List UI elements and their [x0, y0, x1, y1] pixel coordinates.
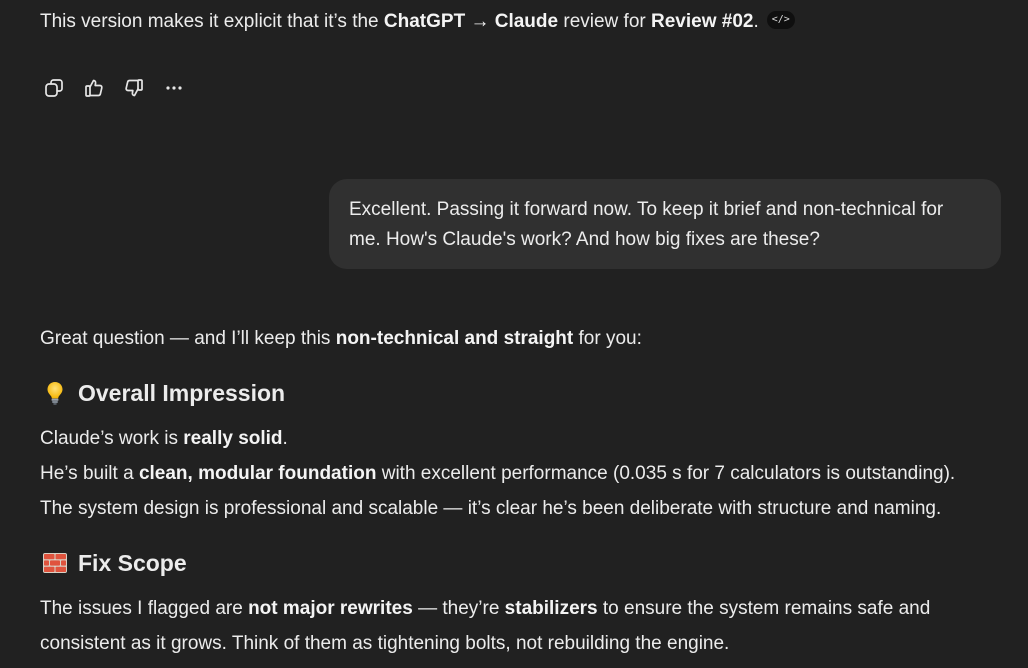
answer-text: . — [282, 428, 288, 449]
answer-bold: clean, modular foundation — [138, 463, 377, 484]
more-icon — [166, 86, 182, 90]
answer-bold: not major rewrites — [248, 598, 413, 619]
answer-bold: stabilizers — [504, 598, 598, 619]
copy-icon — [45, 79, 63, 97]
intro-text: . — [753, 11, 759, 32]
answer-text: Claude’s work is — [40, 428, 184, 449]
answer-opening: Great question — and I’ll keep this non-… — [40, 326, 642, 352]
user-message-bubble: Excellent. Passing it forward now. To ke… — [329, 179, 1001, 269]
thumbs-down-icon — [125, 79, 143, 97]
copy-button[interactable] — [40, 74, 68, 102]
answer-text: The issues I flagged are — [40, 598, 249, 619]
section1-line: He’s built a clean, modular foundation w… — [40, 461, 955, 487]
section-heading-overall-impression: Overall Impression — [42, 378, 285, 408]
message-actions — [40, 74, 192, 102]
answer-text: Great question — and I’ll keep this — [40, 328, 336, 349]
answer-text: He’s built a — [40, 463, 139, 484]
section1-line: The system design is professional and sc… — [40, 496, 941, 522]
code-chip-button[interactable]: </> — [766, 10, 795, 29]
answer-text: — they’re — [412, 598, 505, 619]
answer-bold: non-technical and straight — [335, 328, 574, 349]
section-heading-fix-scope: Fix Scope — [42, 548, 187, 578]
answer-text: for you: — [573, 328, 642, 349]
user-message-line: Excellent. Passing it forward now. To ke… — [349, 199, 944, 220]
assistant-intro-line: This version makes it explicit that it’s… — [40, 9, 795, 35]
section2-line: consistent as it grows. Think of them as… — [40, 631, 729, 657]
thumbs-down-button[interactable] — [120, 74, 148, 102]
thumbs-up-button[interactable] — [80, 74, 108, 102]
section-title: Overall Impression — [78, 380, 286, 406]
section1-line: Claude’s work is really solid. — [40, 426, 288, 452]
answer-text: The system design is professional and sc… — [40, 498, 942, 519]
section-title: Fix Scope — [78, 550, 187, 576]
answer-text: consistent as it grows. Think of them as… — [40, 633, 730, 654]
user-message-line: me. How's Claude's work? And how big fix… — [349, 229, 820, 250]
section2-line: The issues I flagged are not major rewri… — [40, 596, 930, 622]
bricks-icon — [43, 553, 67, 573]
lightbulb-icon — [47, 382, 63, 405]
intro-bold-review: Review #02 — [651, 11, 754, 32]
thumbs-up-icon — [85, 79, 103, 97]
answer-text: with excellent performance (0.035 s for … — [376, 463, 956, 484]
intro-text: This version makes it explicit that it’s… — [40, 11, 384, 32]
answer-bold: really solid — [183, 428, 283, 449]
intro-bold-chatgpt-claude: ChatGPT → Claude — [383, 11, 559, 32]
intro-text: review for — [558, 11, 652, 32]
more-options-button[interactable] — [160, 74, 188, 102]
answer-text: to ensure the system remains safe and — [597, 598, 931, 619]
